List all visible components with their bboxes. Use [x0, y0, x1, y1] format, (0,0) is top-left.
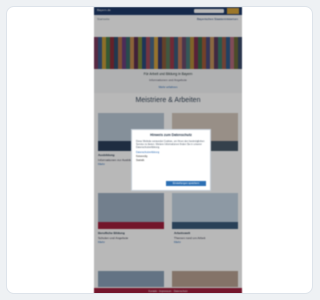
- dialog-title: Hinweis zum Datenschutz: [150, 133, 192, 137]
- save-settings-button[interactable]: Einstellungen speichern: [166, 181, 206, 186]
- preview-card: Bayern.de Startseite Bayerisches Staatsm…: [6, 6, 313, 294]
- consent-option-necessary[interactable]: Notwendig: [136, 155, 206, 158]
- cookie-consent-dialog: Hinweis zum Datenschutz Diese Website ve…: [131, 129, 211, 191]
- page-screenshot: Bayern.de Startseite Bayerisches Staatsm…: [94, 7, 242, 293]
- consent-option-statistics[interactable]: Statistik: [136, 159, 206, 162]
- dialog-body: Diese Website verwendet Cookies, um Ihne…: [136, 140, 205, 149]
- privacy-policy-link[interactable]: Datenschutzerklärung: [136, 151, 206, 154]
